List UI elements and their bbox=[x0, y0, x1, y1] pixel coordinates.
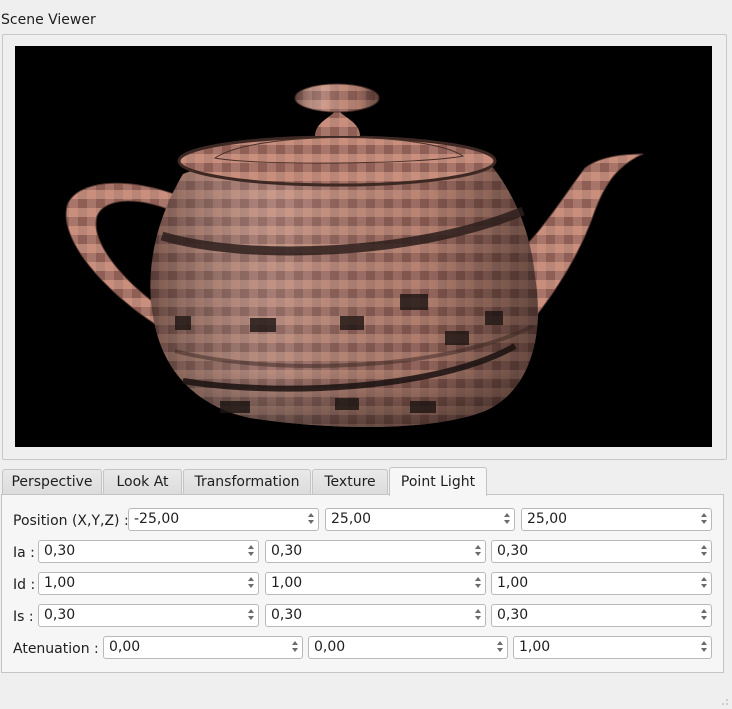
position-x-spinbox[interactable]: -25,00 bbox=[128, 508, 319, 531]
tab-point-light[interactable]: Point Light bbox=[389, 467, 487, 496]
spin-arrows-icon[interactable] bbox=[306, 511, 316, 528]
spin-arrows-icon[interactable] bbox=[246, 575, 256, 592]
position-label: Position (X,Y,Z) : bbox=[13, 513, 129, 529]
teapot-render bbox=[65, 83, 644, 428]
spin-arrows-icon[interactable] bbox=[473, 543, 483, 560]
scene-viewer-group bbox=[2, 34, 727, 460]
tab-transformation[interactable]: Transformation bbox=[183, 469, 311, 494]
spin-arrows-icon[interactable] bbox=[699, 575, 709, 592]
is-g-value: 0,30 bbox=[271, 607, 303, 623]
ia-b-value: 0,30 bbox=[497, 543, 529, 559]
atenuation-label: Atenuation : bbox=[13, 641, 99, 657]
spin-arrows-icon[interactable] bbox=[246, 543, 256, 560]
position-x-value: -25,00 bbox=[134, 511, 180, 527]
position-y-value: 25,00 bbox=[331, 511, 372, 527]
ia-label: Ia : bbox=[13, 545, 35, 561]
id-b-spinbox[interactable]: 1,00 bbox=[491, 572, 712, 595]
spin-arrows-icon[interactable] bbox=[699, 511, 709, 528]
spin-arrows-icon[interactable] bbox=[699, 639, 709, 656]
spin-arrows-icon[interactable] bbox=[495, 639, 505, 656]
tab-texture[interactable]: Texture bbox=[312, 469, 388, 494]
is-r-spinbox[interactable]: 0,30 bbox=[38, 604, 259, 627]
is-g-spinbox[interactable]: 0,30 bbox=[265, 604, 486, 627]
id-r-value: 1,00 bbox=[44, 575, 76, 591]
ia-r-spinbox[interactable]: 0,30 bbox=[38, 540, 259, 563]
is-b-spinbox[interactable]: 0,30 bbox=[491, 604, 712, 627]
is-label: Is : bbox=[13, 609, 34, 625]
position-z-spinbox[interactable]: 25,00 bbox=[521, 508, 712, 531]
atenuation-constant-value: 0,00 bbox=[109, 639, 141, 655]
ia-b-spinbox[interactable]: 0,30 bbox=[491, 540, 712, 563]
spin-arrows-icon[interactable] bbox=[699, 543, 709, 560]
position-y-spinbox[interactable]: 25,00 bbox=[325, 508, 515, 531]
spin-arrows-icon[interactable] bbox=[502, 511, 512, 528]
is-r-value: 0,30 bbox=[44, 607, 76, 623]
spin-arrows-icon[interactable] bbox=[473, 607, 483, 624]
id-r-spinbox[interactable]: 1,00 bbox=[38, 572, 259, 595]
atenuation-linear-spinbox[interactable]: 0,00 bbox=[308, 636, 508, 659]
spin-arrows-icon[interactable] bbox=[246, 607, 256, 624]
atenuation-quadratic-spinbox[interactable]: 1,00 bbox=[513, 636, 712, 659]
resize-grip-icon[interactable] bbox=[721, 698, 729, 706]
ia-r-value: 0,30 bbox=[44, 543, 76, 559]
position-z-value: 25,00 bbox=[527, 511, 568, 527]
ia-g-spinbox[interactable]: 0,30 bbox=[265, 540, 486, 563]
spin-arrows-icon[interactable] bbox=[473, 575, 483, 592]
atenuation-linear-value: 0,00 bbox=[314, 639, 346, 655]
window-title: Scene Viewer bbox=[1, 12, 96, 28]
spin-arrows-icon[interactable] bbox=[290, 639, 300, 656]
id-label: Id : bbox=[13, 577, 36, 593]
id-g-spinbox[interactable]: 1,00 bbox=[265, 572, 486, 595]
spin-arrows-icon[interactable] bbox=[699, 607, 709, 624]
tab-perspective[interactable]: Perspective bbox=[2, 469, 102, 494]
is-b-value: 0,30 bbox=[497, 607, 529, 623]
scene-viewport[interactable] bbox=[15, 46, 712, 447]
atenuation-constant-spinbox[interactable]: 0,00 bbox=[103, 636, 303, 659]
id-b-value: 1,00 bbox=[497, 575, 529, 591]
tab-look-at[interactable]: Look At bbox=[103, 469, 182, 494]
point-light-panel: Position (X,Y,Z) : -25,00 25,00 25,00 Ia… bbox=[1, 494, 724, 673]
ia-g-value: 0,30 bbox=[271, 543, 303, 559]
id-g-value: 1,00 bbox=[271, 575, 303, 591]
atenuation-quadratic-value: 1,00 bbox=[519, 639, 551, 655]
